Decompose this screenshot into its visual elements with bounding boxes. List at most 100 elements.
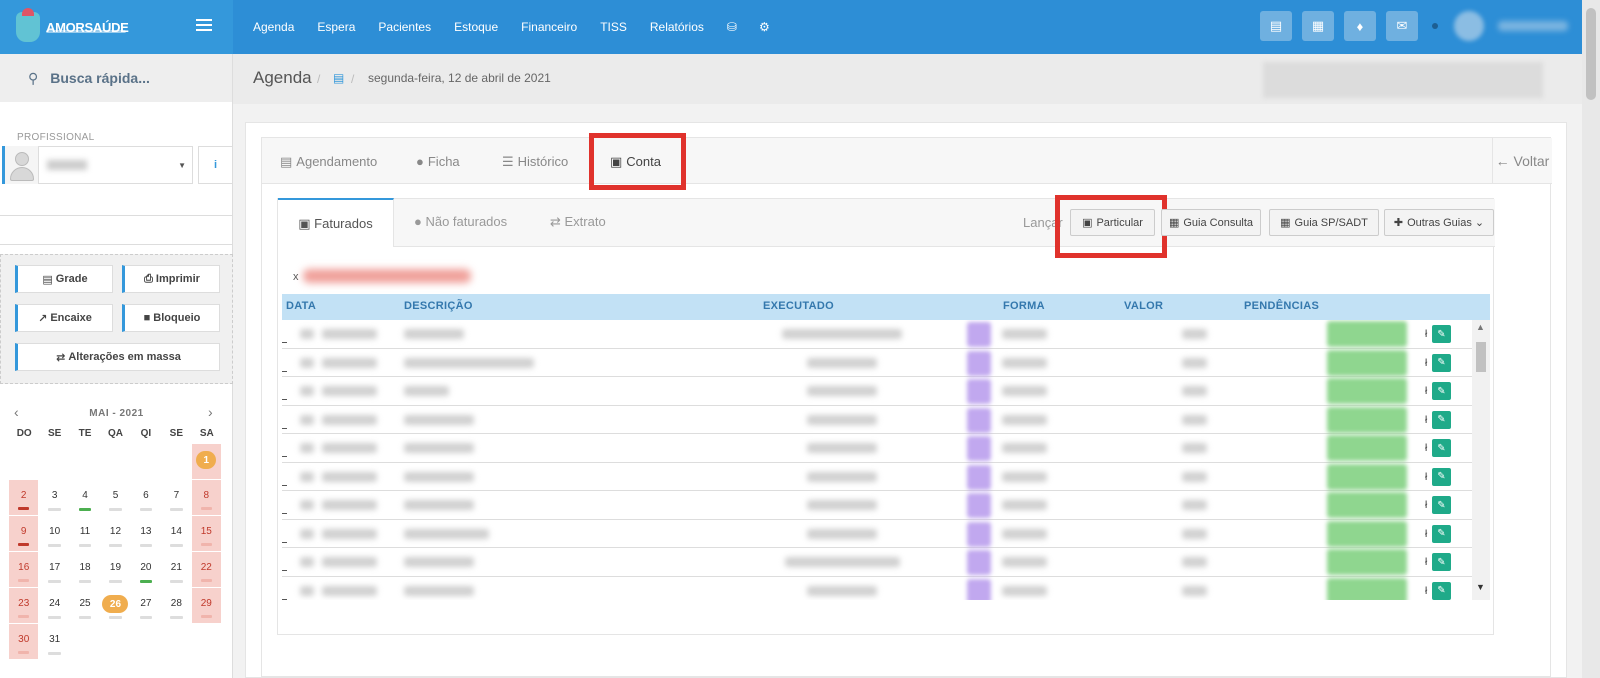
table-row[interactable]: ł ✎	[282, 491, 1472, 520]
clinic-selector-blurred[interactable]	[1263, 62, 1543, 98]
calendar-day[interactable]: 12	[100, 516, 130, 552]
table-scrollbar[interactable]: ▲ ▼	[1472, 320, 1490, 600]
column-forma[interactable]: FORMA	[1003, 300, 1045, 312]
inbox-icon[interactable]: ▤	[1260, 11, 1292, 41]
nav-espera[interactable]: Espera	[317, 20, 355, 34]
calendar-day[interactable]: 11	[70, 516, 100, 552]
edit-icon[interactable]: ✎	[1432, 496, 1451, 514]
nav-agenda[interactable]: Agenda	[253, 20, 294, 34]
calendar-day[interactable]: 1	[191, 444, 222, 480]
column-valor[interactable]: VALOR	[1124, 300, 1163, 312]
edit-icon[interactable]: ✎	[1432, 325, 1451, 343]
nav-financeiro[interactable]: Financeiro	[521, 20, 577, 34]
calendar-day[interactable]: 24	[39, 588, 69, 624]
database-icon[interactable]: ⛁	[727, 20, 737, 34]
calendar-day[interactable]: 28	[161, 588, 191, 624]
column-executado[interactable]: EXECUTADO	[763, 300, 834, 312]
edit-icon[interactable]: ✎	[1432, 581, 1451, 600]
gear-icon[interactable]: ⚙	[759, 20, 770, 34]
calendar-day[interactable]: 22	[191, 552, 222, 588]
scroll-up-icon[interactable]: ▲	[1476, 322, 1485, 332]
calendar-day[interactable]: 6	[131, 480, 161, 516]
table-row[interactable]: ł ✎	[282, 434, 1472, 463]
profissional-select[interactable]: ▼	[38, 146, 193, 184]
edit-icon[interactable]: ✎	[1432, 524, 1451, 543]
table-row[interactable]: ł ✎	[282, 406, 1472, 434]
edit-icon[interactable]: ✎	[1432, 553, 1451, 571]
user-avatar[interactable]	[1454, 11, 1484, 41]
guia-sp-sadt-button[interactable]: ▦ Guia SP/SADT	[1269, 209, 1379, 236]
calendar-day[interactable]: 5	[100, 480, 130, 516]
calendar-day[interactable]: 30	[9, 624, 40, 660]
table-row[interactable]: ł ✎	[282, 377, 1472, 406]
calendar-day[interactable]: 8	[191, 480, 222, 516]
calendar-day[interactable]: 4	[70, 480, 100, 516]
tab-extrato[interactable]: ⇄ Extrato	[550, 214, 606, 230]
tab-ficha[interactable]: ● Ficha	[416, 154, 460, 169]
table-row[interactable]: ł ✎	[282, 463, 1472, 491]
calendar-day[interactable]: 3	[39, 480, 69, 516]
calendar-day[interactable]: 26	[100, 588, 130, 624]
scroll-down-icon[interactable]: ▼	[1476, 582, 1485, 592]
tab-historico[interactable]: ☰ Histórico	[502, 154, 568, 170]
calendar-day[interactable]: 7	[161, 480, 191, 516]
calendar-day[interactable]: 15	[191, 516, 222, 552]
calendar-day[interactable]: 18	[70, 552, 100, 588]
calendar-day[interactable]: 27	[131, 588, 161, 624]
nav-tiss[interactable]: TISS	[600, 20, 627, 34]
calendar-day[interactable]: 13	[131, 516, 161, 552]
calendar-day[interactable]: 25	[70, 588, 100, 624]
encaixe-button[interactable]: ↗ Encaixe	[15, 304, 113, 332]
voltar-button[interactable]: ← Voltar	[1492, 138, 1552, 184]
nav-pacientes[interactable]: Pacientes	[378, 20, 431, 34]
calendar-day[interactable]: 31	[39, 624, 69, 660]
tab-nao-faturados[interactable]: ● Não faturados	[414, 214, 507, 229]
table-row[interactable]: ł ✎	[282, 320, 1472, 349]
outras-guias-button[interactable]: ✚ Outras Guias ⌄	[1384, 209, 1494, 236]
bloqueio-button[interactable]: ■ Bloqueio	[122, 304, 220, 332]
chat-icon[interactable]: ✉	[1386, 11, 1418, 41]
info-icon[interactable]: i	[198, 146, 233, 184]
bell-icon[interactable]: ♦	[1344, 11, 1376, 41]
table-row[interactable]: ł ✎	[282, 548, 1472, 577]
nav-relatorios[interactable]: Relatórios	[650, 20, 704, 34]
imprimir-button[interactable]: ⎙ Imprimir	[122, 265, 220, 293]
calendar-day[interactable]: 17	[39, 552, 69, 588]
alteracoes-em-massa-button[interactable]: ⇄ Alterações em massa	[15, 343, 220, 371]
user-menu[interactable]	[1498, 21, 1568, 31]
edit-icon[interactable]: ✎	[1432, 439, 1451, 457]
calendar-day[interactable]: 29	[191, 588, 222, 624]
edit-icon[interactable]: ✎	[1432, 382, 1451, 400]
menu-toggle-icon[interactable]	[196, 19, 212, 31]
grade-button[interactable]: ▤ Grade	[15, 265, 113, 293]
calendar-day[interactable]: 10	[39, 516, 69, 552]
calendar-day[interactable]: 20	[131, 552, 161, 588]
page-scrollbar[interactable]	[1582, 0, 1600, 678]
tab-agendamento[interactable]: ▤ Agendamento	[280, 154, 377, 170]
calendar-day[interactable]: 14	[161, 516, 191, 552]
card-icon[interactable]: ▦	[1302, 11, 1334, 41]
calendar-day[interactable]: 21	[161, 552, 191, 588]
calendar-day[interactable]: 19	[100, 552, 130, 588]
chevron-right-icon[interactable]: ›	[208, 404, 213, 420]
edit-icon[interactable]: ✎	[1432, 410, 1451, 429]
calendar-day[interactable]: 23	[9, 588, 40, 624]
table-row[interactable]: ł ✎	[282, 520, 1472, 548]
calendar-day[interactable]: 9	[9, 516, 40, 552]
filter-blurred[interactable]	[303, 269, 471, 283]
nav-estoque[interactable]: Estoque	[454, 20, 498, 34]
quick-search[interactable]: ⚲ Busca rápida...	[0, 54, 232, 102]
brand[interactable]: AMORSAÚDE	[0, 0, 233, 54]
table-row[interactable]: ł ✎	[282, 577, 1472, 600]
scroll-thumb[interactable]	[1476, 342, 1486, 372]
guia-consulta-button[interactable]: ▦ Guia Consulta	[1161, 209, 1261, 236]
calendar-day[interactable]: 2	[9, 480, 40, 516]
edit-icon[interactable]: ✎	[1432, 353, 1451, 372]
calendar-day[interactable]: 16	[9, 552, 40, 588]
edit-icon[interactable]: ✎	[1432, 467, 1451, 486]
column-descricao[interactable]: DESCRIÇÃO	[404, 300, 473, 312]
tab-faturados[interactable]: ▣ Faturados	[278, 198, 394, 247]
column-data[interactable]: DATA	[286, 300, 316, 312]
column-pendencias[interactable]: PENDÊNCIAS	[1244, 300, 1319, 312]
table-row[interactable]: ł ✎	[282, 349, 1472, 377]
